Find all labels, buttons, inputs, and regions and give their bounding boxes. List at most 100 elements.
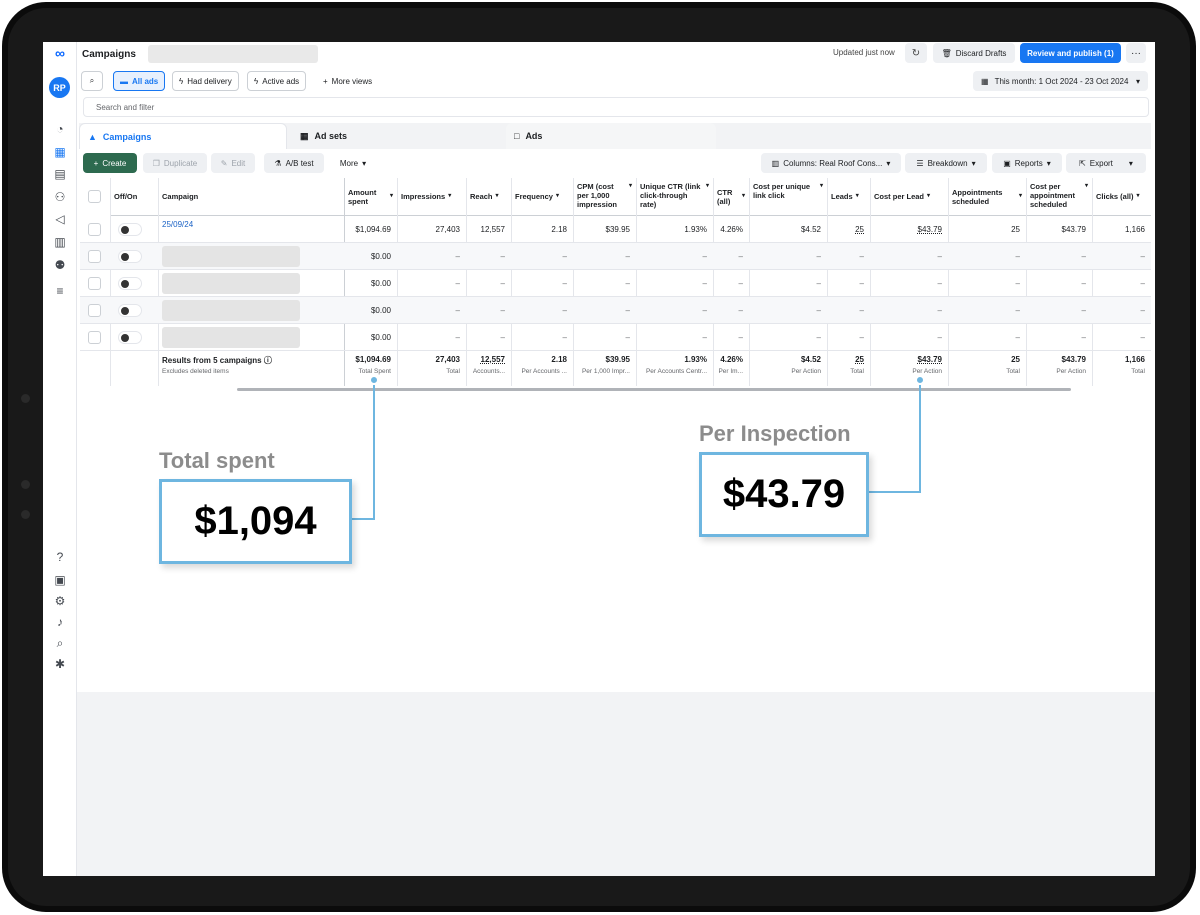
redacted-account-name xyxy=(147,45,318,63)
campaign-toggle[interactable] xyxy=(118,304,142,317)
horizontal-scrollbar[interactable] xyxy=(237,388,1071,391)
bolt-icon: ϟ xyxy=(254,76,259,86)
more-actions-button[interactable]: More ▾ xyxy=(333,153,373,173)
duplicate-icon: ❐ xyxy=(152,158,160,168)
search-icon[interactable]: ⌕ xyxy=(51,634,69,652)
table-row[interactable]: $0.00 – – – – – – – – – – – – xyxy=(80,324,1151,351)
columns-selector[interactable]: ▥ Columns: Real Roof Cons... ▾ xyxy=(761,153,901,173)
more-options-button[interactable]: ··· xyxy=(1126,43,1146,63)
dashboard-icon[interactable]: ◔ xyxy=(51,120,69,138)
column-header-frequency[interactable]: Frequency ▾ xyxy=(511,178,573,216)
table-row[interactable]: $0.00 – – – – – – – – – – – – xyxy=(80,297,1151,324)
column-header-cost-per-unique-click[interactable]: Cost per unique link click ▾ xyxy=(749,178,827,216)
select-all-checkbox[interactable] xyxy=(88,190,101,203)
column-header-cost-per-appointment[interactable]: Cost per appointment scheduled ▾ xyxy=(1026,178,1092,216)
news-icon[interactable]: ▣ xyxy=(51,571,69,589)
chevron-down-icon: ▾ xyxy=(1135,76,1140,86)
sort-caret-icon: ▾ xyxy=(705,183,709,189)
pages-icon[interactable]: ▤ xyxy=(51,165,69,183)
table-row[interactable]: $0.00 – – – – – – – – – – – – xyxy=(80,270,1151,297)
account-avatar[interactable]: RP xyxy=(49,77,70,98)
reports-button[interactable]: ▣ Reports ▾ xyxy=(992,153,1062,173)
empty-cell: – xyxy=(859,306,864,315)
view-chip-had-delivery[interactable]: ϟ Had delivery xyxy=(172,71,239,91)
discard-drafts-label: Discard Drafts xyxy=(955,48,1007,58)
row-checkbox[interactable] xyxy=(88,331,101,344)
campaign-name-link[interactable]: 25/09/24 xyxy=(158,216,344,243)
search-filter-input[interactable]: Search and filter xyxy=(83,97,1149,117)
audiences-icon[interactable]: ⚇ xyxy=(51,188,69,206)
total-impressions: 27,403 xyxy=(435,355,460,364)
table-row[interactable]: $0.00 – – – – – – – – – – – – xyxy=(80,243,1151,270)
meta-logo-icon[interactable]: ∞ xyxy=(49,45,71,61)
breakdown-button[interactable]: ☰ Breakdown ▾ xyxy=(905,153,987,173)
review-publish-button[interactable]: Review and publish (1) xyxy=(1020,43,1121,63)
export-button[interactable]: ⇱ Export ▾ xyxy=(1066,153,1146,173)
column-header-impressions[interactable]: Impressions ▾ xyxy=(397,178,466,216)
campaign-toggle[interactable] xyxy=(118,250,142,263)
tab-ads[interactable]: □ Ads xyxy=(506,123,716,149)
cost-per-unique-click-cell: $4.52 xyxy=(800,225,821,234)
cost-per-lead-cell[interactable]: $43.79 xyxy=(870,216,948,243)
row-checkbox[interactable] xyxy=(88,304,101,317)
total-amount-spent-sub: Total Spent xyxy=(358,368,391,375)
column-header-cpm[interactable]: CPM (cost per 1,000 impression ▾ xyxy=(573,178,636,216)
create-button[interactable]: + Create xyxy=(83,153,137,173)
notifications-bell-icon[interactable]: ♪ xyxy=(51,613,69,631)
column-header-campaign[interactable]: Campaign xyxy=(158,178,344,216)
refresh-icon: ↻ xyxy=(911,47,921,59)
table-row[interactable]: 25/09/24 $1,094.69 27,403 12,557 2.18 $3… xyxy=(80,216,1151,243)
campaign-toggle[interactable] xyxy=(118,277,142,290)
bug-report-icon[interactable]: ✱ xyxy=(51,655,69,673)
search-button[interactable]: ⌕ xyxy=(81,71,103,91)
duplicate-button[interactable]: ❐ Duplicate xyxy=(143,153,207,173)
column-header-ctr[interactable]: CTR (all) ▾ xyxy=(713,178,749,216)
tab-ad-sets[interactable]: ▦ Ad sets xyxy=(292,123,502,149)
total-spent-callout-value: $1,094 xyxy=(159,479,352,564)
help-icon[interactable]: ? xyxy=(51,548,69,566)
column-header-cost-per-lead[interactable]: Cost per Lead ▾ xyxy=(870,178,948,216)
reach-cell: 12,557 xyxy=(480,225,505,234)
flask-icon: ⚗ xyxy=(274,158,282,168)
column-header-amount-spent[interactable]: Amount spent ▾ xyxy=(344,178,397,216)
sort-caret-icon: ▾ xyxy=(495,193,499,199)
ctr-cell: 4.26% xyxy=(720,225,743,234)
empty-cell: – xyxy=(1015,252,1020,261)
empty-cell: – xyxy=(738,279,743,288)
per-inspection-callout-value: $43.79 xyxy=(699,452,869,537)
row-checkbox[interactable] xyxy=(88,277,101,290)
edit-button[interactable]: ✎ Edit xyxy=(211,153,255,173)
column-header-clicks[interactable]: Clicks (all) ▾ xyxy=(1092,178,1151,216)
billing-icon[interactable]: ▥ xyxy=(51,233,69,251)
all-tools-menu-icon[interactable]: ≡ xyxy=(51,282,69,300)
view-chip-active-ads[interactable]: ϟ Active ads xyxy=(247,71,307,91)
settings-gear-icon[interactable]: ⚙ xyxy=(51,592,69,610)
campaign-toggle[interactable] xyxy=(118,331,142,344)
info-icon[interactable]: ⓘ xyxy=(264,356,272,365)
empty-cell: – xyxy=(625,306,630,315)
column-header-reach[interactable]: Reach ▾ xyxy=(466,178,511,216)
leads-cell[interactable]: 25 xyxy=(827,216,870,243)
date-range-picker[interactable]: ▦ This month: 1 Oct 2024 - 23 Oct 2024 ▾ xyxy=(973,71,1148,91)
ads-manager-table-icon[interactable]: ▦ xyxy=(51,143,69,161)
empty-cell: – xyxy=(625,252,630,261)
ab-test-button[interactable]: ⚗ A/B test xyxy=(264,153,324,173)
columns-label: Columns: Real Roof Cons... xyxy=(783,158,883,168)
empty-cell: – xyxy=(1081,279,1086,288)
refresh-button[interactable]: ↻ xyxy=(905,43,927,63)
unique-ctr-cell: 1.93% xyxy=(684,225,707,234)
column-header-appointments[interactable]: Appointments scheduled ▾ xyxy=(948,178,1026,216)
column-header-unique-ctr[interactable]: Unique CTR (link click-through rate) ▾ xyxy=(636,178,713,216)
row-checkbox[interactable] xyxy=(88,223,101,236)
tab-campaigns[interactable]: ▲ Campaigns xyxy=(79,123,287,149)
discard-drafts-button[interactable]: 🗑 Discard Drafts xyxy=(933,43,1015,63)
campaign-toggle[interactable] xyxy=(118,223,142,236)
campaign-megaphone-icon[interactable]: ◁ xyxy=(51,210,69,228)
side-button xyxy=(21,510,30,519)
column-header-leads[interactable]: Leads ▾ xyxy=(827,178,870,216)
more-views-button[interactable]: + More views xyxy=(317,71,378,91)
business-icon[interactable]: ⚉ xyxy=(51,256,69,274)
row-checkbox[interactable] xyxy=(88,250,101,263)
view-chip-all-ads[interactable]: ▬ All ads xyxy=(113,71,166,91)
edit-label: Edit xyxy=(231,158,246,168)
